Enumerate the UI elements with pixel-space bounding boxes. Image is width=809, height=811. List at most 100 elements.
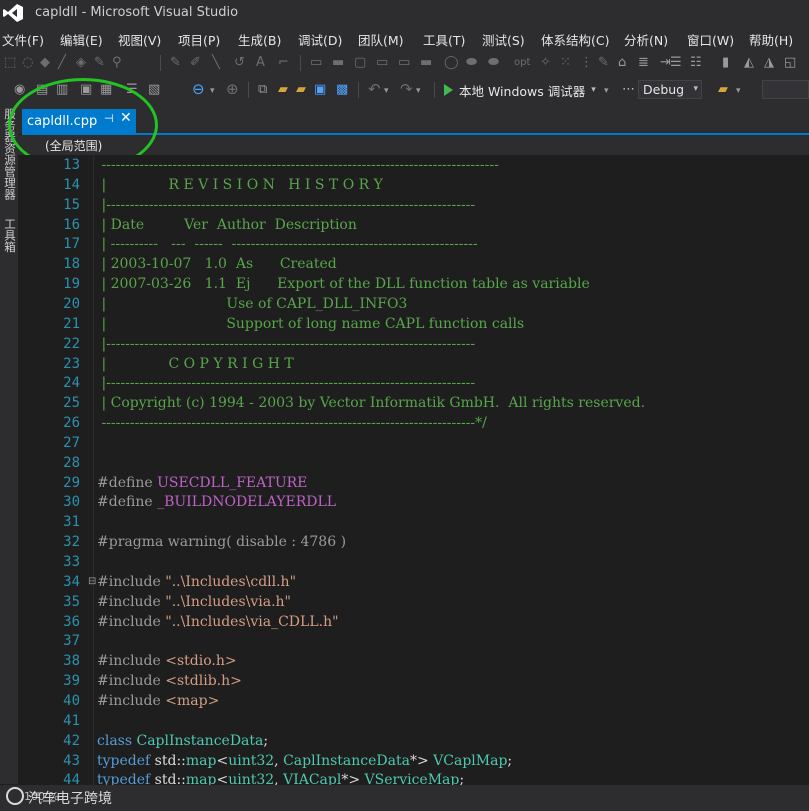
columns-icon[interactable]: ▧	[148, 83, 160, 97]
code-line: 39 #include <stdlib.h>	[18, 671, 809, 691]
code-text: #include <stdlib.h>	[97, 671, 242, 691]
menu-item[interactable]: 编辑(E)	[60, 30, 103, 49]
prev-bookmark-icon[interactable]: ◭	[744, 56, 754, 70]
line-number: 27	[63, 434, 80, 451]
zoom-icon[interactable]: ⚲	[112, 56, 122, 70]
menu-item[interactable]: 视图(V)	[118, 30, 161, 49]
select-icon[interactable]: ⬚	[4, 56, 16, 70]
picker-icon[interactable]: ✎	[94, 56, 105, 70]
new-project-icon[interactable]: ⧉	[258, 83, 267, 97]
code-token: CaplInstanceData	[283, 752, 410, 769]
menu-item[interactable]: 帮助(H)	[749, 30, 793, 49]
crop-icon[interactable]: ⌐	[278, 56, 289, 70]
collapse-icon[interactable]: ⊟	[88, 572, 96, 592]
uncomment-lines-icon[interactable]: ☷	[690, 56, 702, 70]
dots-icon[interactable]: ⋮	[580, 56, 593, 70]
filled-oval-icon[interactable]: ⬬	[466, 56, 477, 70]
rounded-rectangle-icon[interactable]: ▢	[354, 56, 366, 70]
line-number: 30	[63, 494, 80, 511]
code-text: typedef std::map<uint32, CaplInstanceDat…	[97, 751, 512, 771]
ellipse-icon[interactable]: ▭	[398, 56, 410, 70]
start-debugging-button[interactable]: 本地 Windows 调试器 ▾	[444, 81, 596, 99]
code-editor[interactable]: 13 -------------------------------------…	[18, 155, 809, 785]
code-line: 37	[18, 631, 809, 651]
line-number: 16	[63, 216, 80, 233]
toolbar-separator	[248, 82, 249, 98]
find-in-files-icon[interactable]: ▰	[718, 83, 728, 97]
menu-item[interactable]: 测试(S)	[482, 30, 525, 49]
save-all-icon[interactable]: ▩	[336, 83, 348, 97]
line-number: 21	[63, 315, 80, 332]
redo-icon[interactable]: ↷	[400, 82, 413, 97]
code-text: | Use of CAPL_DLL_INFO3	[97, 295, 408, 312]
code-token: typedef	[97, 772, 155, 785]
line-number: 31	[63, 514, 80, 531]
attach-icon[interactable]: ⋯	[622, 83, 635, 97]
clear-bookmarks-icon[interactable]: ◱	[784, 56, 796, 70]
code-token: "..\Includes\via_CDLL.h"	[165, 613, 339, 630]
menu-item[interactable]: 调试(D)	[298, 30, 342, 49]
chevron-down-icon[interactable]: ▾	[736, 84, 741, 98]
line-tool-icon[interactable]: ╲	[212, 56, 220, 70]
chevron-down-icon[interactable]: ▾	[210, 84, 215, 98]
chevron-down-icon[interactable]: ▾	[604, 84, 609, 98]
eraser-icon[interactable]: ◈	[76, 56, 86, 70]
chevron-down-icon: ▾	[693, 84, 698, 94]
code-line: 27	[18, 433, 809, 453]
next-bookmark-icon[interactable]: ◮	[764, 56, 774, 70]
chevron-down-icon[interactable]: ▾	[384, 84, 389, 98]
lasso-icon[interactable]: ◌	[22, 56, 33, 70]
curve-tool-icon[interactable]: ↺	[234, 56, 245, 70]
navigate-back-icon[interactable]: ⊖	[192, 82, 205, 97]
toolbox-tab[interactable]: 工具箱	[2, 218, 18, 253]
line-number: 26	[63, 415, 80, 432]
code-line: 38 #include <stdio.h>	[18, 651, 809, 671]
airbrush-icon[interactable]: ✐	[190, 56, 201, 70]
toolbar-separator	[160, 55, 161, 71]
code-token: #define	[97, 474, 158, 491]
menu-item[interactable]: 文件(F)	[2, 30, 44, 49]
menu-item[interactable]: 体系结构(C)	[541, 30, 609, 49]
open-file-icon[interactable]: ▰	[278, 83, 288, 97]
solution-configuration-select[interactable]: Debug ▾	[638, 80, 702, 99]
fill-oval-icon[interactable]: ⬬	[488, 56, 499, 70]
color-icon[interactable]: ✎	[598, 56, 609, 70]
find-input[interactable]	[762, 80, 809, 99]
code-line: 13 -------------------------------------…	[18, 155, 809, 175]
filled-ellipse-icon[interactable]: ▬	[420, 56, 432, 70]
bookmark-icon[interactable]: ▮	[722, 56, 729, 70]
rounded-fill-icon[interactable]: ▭	[376, 56, 388, 70]
filled-rectangle-icon[interactable]: ▬	[332, 56, 344, 70]
navigate-forward-icon[interactable]: ⊕	[226, 82, 239, 97]
code-token: "..\Includes\via.h"	[165, 593, 291, 610]
fill-icon[interactable]: ◆	[40, 56, 50, 70]
menu-item[interactable]: 窗口(W)	[687, 30, 734, 49]
code-line: 40 #include <map>	[18, 691, 809, 711]
text-tool-icon[interactable]: A	[256, 56, 265, 70]
menu-item[interactable]: 工具(T)	[423, 30, 465, 49]
format-icon[interactable]: ≣	[638, 56, 649, 70]
code-text: #include "..\Includes\via.h"	[97, 592, 291, 612]
rectangle-icon[interactable]: ▭	[310, 56, 322, 70]
comment-lines-icon[interactable]: ☰	[670, 56, 682, 70]
brush-icon[interactable]: ╱	[58, 56, 66, 70]
code-text: | C O P Y R I G H T	[97, 355, 294, 372]
code-text: typedef std::map<uint32, VIACapl*> VServ…	[97, 770, 464, 785]
inbox-icon[interactable]: ⌂	[618, 56, 626, 70]
chevron-down-icon[interactable]: ▾	[416, 84, 421, 98]
menu-item[interactable]: 生成(B)	[238, 30, 281, 49]
menu-item[interactable]: 分析(N)	[624, 30, 668, 49]
grid-icon[interactable]: ⁙	[560, 56, 571, 70]
menu-item[interactable]: 项目(P)	[178, 30, 220, 49]
line-number: 15	[63, 196, 80, 213]
code-token: <stdlib.h>	[165, 673, 242, 690]
save-icon[interactable]: ▣	[314, 83, 326, 97]
pencil-icon[interactable]: ✎	[170, 56, 181, 70]
undo-icon[interactable]: ↶	[368, 82, 381, 97]
code-token: USECDLL_FEATURE	[157, 474, 308, 491]
add-item-icon[interactable]: ▰	[296, 83, 306, 97]
magic-wand-icon[interactable]: ✧	[540, 56, 551, 70]
menu-item[interactable]: 团队(M)	[358, 30, 404, 49]
opt-label: opt	[514, 57, 531, 68]
oval-icon[interactable]: ◯	[444, 56, 459, 70]
